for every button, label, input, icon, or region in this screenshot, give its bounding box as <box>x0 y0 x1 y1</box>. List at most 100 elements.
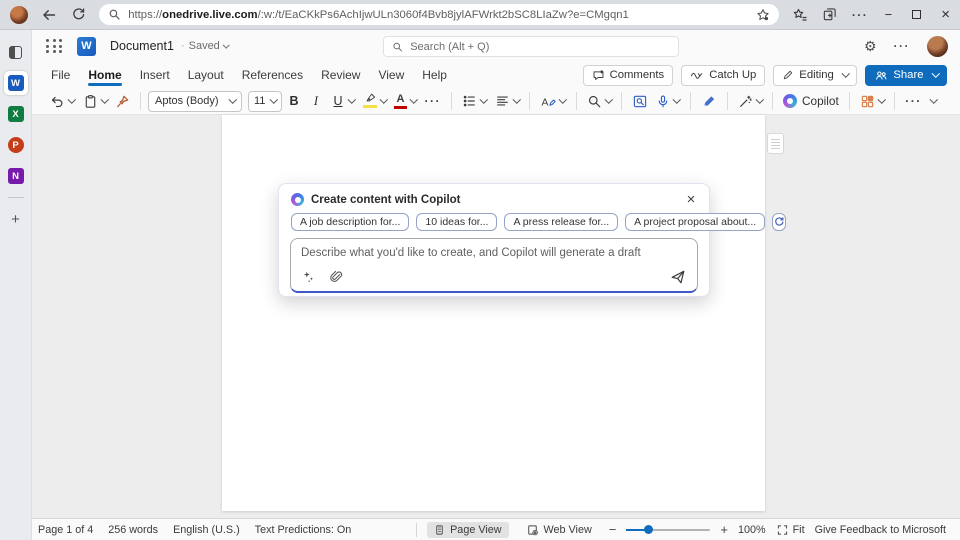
word-count[interactable]: 256 words <box>108 524 158 536</box>
chip-press-release[interactable]: A press release for... <box>504 213 618 231</box>
tab-insert[interactable]: Insert <box>131 62 179 88</box>
sidebar-item-onenote[interactable]: N <box>4 164 28 188</box>
favorite-star-icon[interactable] <box>756 8 770 22</box>
copilot-icon <box>291 193 304 206</box>
collections-icon[interactable] <box>820 5 839 25</box>
editing-mode-button[interactable]: Editing <box>773 65 857 86</box>
browser-titlebar: https://onedrive.live.com/:w:/t/EaCKkPs6… <box>0 0 960 30</box>
zoom-slider-knob[interactable] <box>644 525 653 534</box>
close-window-icon[interactable]: × <box>941 7 950 22</box>
zoom-out-icon[interactable]: − <box>609 523 617 536</box>
catch-up-button[interactable]: Catch Up <box>681 65 765 86</box>
apps-grid-button[interactable] <box>857 91 888 112</box>
styles-button[interactable]: A <box>537 91 569 112</box>
highlight-button[interactable] <box>360 91 390 111</box>
align-icon <box>495 94 510 108</box>
settings-gear-icon[interactable]: ⚙ <box>864 39 877 53</box>
auto-rewrite-button[interactable] <box>735 91 766 112</box>
font-size-select[interactable]: 11 <box>248 91 282 112</box>
fit-button[interactable]: Fit <box>776 524 805 536</box>
sidebar-add-icon[interactable]: + <box>4 207 28 231</box>
toolbar-more-icon[interactable]: ··· <box>902 91 925 111</box>
sidebar-item-powerpoint[interactable]: P <box>4 133 28 157</box>
dictate-button[interactable] <box>653 91 683 112</box>
page-indicator[interactable]: Page 1 of 4 <box>38 524 93 536</box>
sidebar-divider <box>8 197 24 198</box>
back-icon[interactable] <box>39 5 58 25</box>
comments-button[interactable]: Comments <box>583 65 674 86</box>
word-logo-icon[interactable]: W <box>77 37 96 56</box>
document-title[interactable]: Document1 <box>110 39 174 53</box>
web-view-button[interactable]: Web View <box>519 522 599 538</box>
page-view-button[interactable]: Page View <box>427 522 508 538</box>
close-icon[interactable]: × <box>682 190 700 208</box>
save-status[interactable]: ·Saved <box>181 40 228 52</box>
language-indicator[interactable]: English (U.S.) <box>173 524 240 536</box>
favorites-list-icon[interactable] <box>790 5 809 25</box>
align-button[interactable] <box>492 91 523 111</box>
maximize-icon[interactable] <box>912 10 921 19</box>
url-bar[interactable]: https://onedrive.live.com/:w:/t/EaCKkPs6… <box>99 4 779 25</box>
bullets-button[interactable] <box>459 91 490 111</box>
tab-review[interactable]: Review <box>312 62 369 88</box>
format-painter-button[interactable] <box>112 91 133 112</box>
tab-help[interactable]: Help <box>413 62 456 88</box>
tab-references[interactable]: References <box>233 62 312 88</box>
styles-icon: A <box>540 94 556 109</box>
tab-layout[interactable]: Layout <box>179 62 233 88</box>
document-page[interactable] <box>222 115 765 511</box>
collapsed-comment-card[interactable] <box>767 133 784 154</box>
text-predictions-toggle[interactable]: Text Predictions: On <box>255 524 352 536</box>
font-name-select[interactable]: Aptos (Body) <box>148 91 242 112</box>
browser-profile-avatar[interactable] <box>10 6 28 24</box>
undo-button[interactable] <box>46 91 78 112</box>
zoom-level[interactable]: 100% <box>738 524 766 536</box>
share-button[interactable]: Share <box>865 65 947 86</box>
tab-home[interactable]: Home <box>79 62 130 88</box>
send-icon[interactable] <box>670 269 686 285</box>
editor-button[interactable] <box>698 91 720 112</box>
chip-ideas[interactable]: 10 ideas for... <box>416 213 497 231</box>
italic-button[interactable]: I <box>306 91 326 112</box>
browser-menu-icon[interactable]: ··· <box>851 5 870 25</box>
copilot-dialog-title: Create content with Copilot <box>311 194 461 206</box>
search-pane-button[interactable] <box>629 91 651 112</box>
font-group-more-icon[interactable]: ··· <box>422 91 445 111</box>
find-button[interactable] <box>584 91 615 112</box>
sidebar-item-excel[interactable]: X <box>4 102 28 126</box>
sidebar-toggle-icon[interactable] <box>4 40 28 64</box>
search-input[interactable] <box>410 41 670 53</box>
refresh-icon[interactable] <box>69 5 88 25</box>
paste-button[interactable] <box>80 91 111 112</box>
copilot-prompt-input[interactable] <box>291 239 697 269</box>
rewrite-sparkle-icon[interactable] <box>302 270 316 284</box>
account-avatar[interactable] <box>927 36 948 57</box>
zoom-slider[interactable] <box>626 529 710 531</box>
font-color-button[interactable]: A <box>391 91 420 111</box>
chip-job-description[interactable]: A job description for... <box>291 213 409 231</box>
underline-button[interactable]: U <box>328 91 358 111</box>
url-text: https://onedrive.live.com/:w:/t/EaCKkPs6… <box>128 9 749 21</box>
refresh-suggestions-icon[interactable] <box>772 213 786 231</box>
app-launcher-icon[interactable] <box>46 39 63 53</box>
attach-paperclip-icon[interactable] <box>329 270 343 284</box>
bold-button[interactable]: B <box>284 91 304 111</box>
window-controls: − × <box>885 7 950 22</box>
apps-grid-icon <box>860 94 875 109</box>
collapse-ribbon-icon[interactable] <box>930 96 938 104</box>
toolbar-divider <box>576 92 577 110</box>
zoom-in-icon[interactable]: + <box>720 523 728 536</box>
magic-wand-icon <box>738 94 753 109</box>
copilot-icon <box>783 94 797 108</box>
feedback-link[interactable]: Give Feedback to Microsoft <box>815 524 946 536</box>
header-search-box[interactable] <box>383 36 679 57</box>
page-view-icon <box>434 524 445 536</box>
document-canvas: Create content with Copilot × A job desc… <box>32 115 960 518</box>
sidebar-item-word[interactable]: W <box>4 71 28 95</box>
chip-project-proposal[interactable]: A project proposal about... <box>625 213 765 231</box>
tab-view[interactable]: View <box>369 62 413 88</box>
header-more-icon[interactable]: ··· <box>894 39 911 53</box>
copilot-button[interactable]: Copilot <box>780 91 842 111</box>
minimize-icon[interactable]: − <box>885 8 893 21</box>
tab-file[interactable]: File <box>42 62 79 88</box>
